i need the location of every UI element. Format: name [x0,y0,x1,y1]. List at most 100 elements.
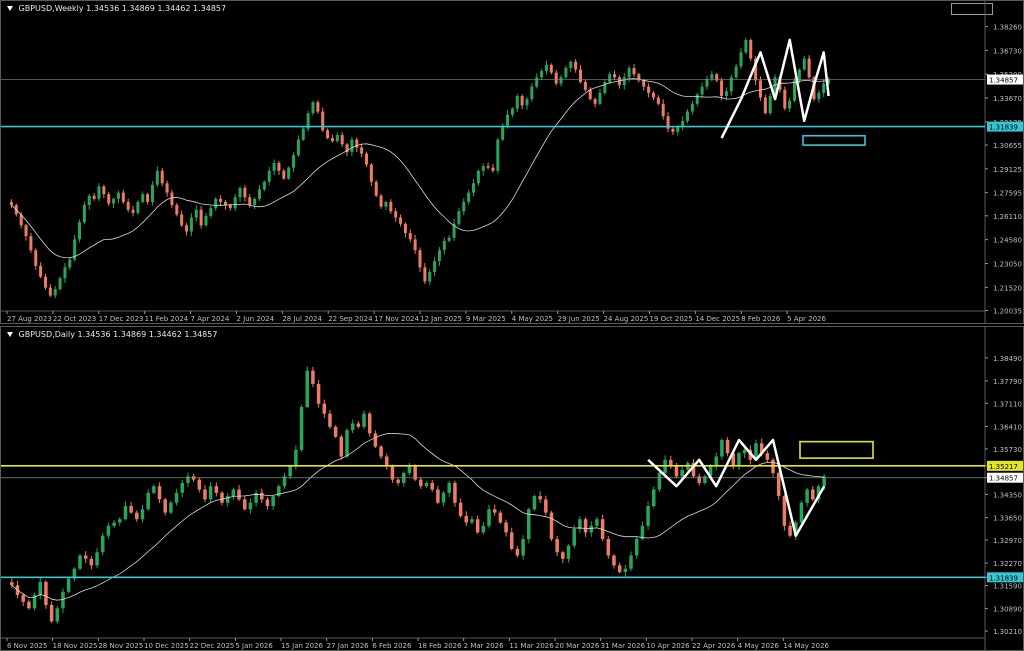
candle-body [549,64,553,73]
support-level-price-label: 1.31839 [989,124,1018,132]
candle-body [48,287,52,296]
candle-body [608,74,612,82]
candle-body [311,370,315,384]
candle-body [396,479,400,483]
candle-body [160,170,164,184]
candle-body [185,225,189,232]
weekly-chart-panel[interactable]: GBPUSD,Weekly 1.34536 1.34869 1.34462 1.… [0,0,1024,324]
candle-body [433,261,437,273]
candle-body [208,486,213,500]
candle-body [566,545,571,559]
time-tick-label: 22 Sep 2024 [328,315,373,323]
time-tick-label: 4 May 2026 [738,642,780,650]
time-tick-label: 2 Mar 2026 [464,642,504,650]
candle-body [656,97,660,104]
candle-body [496,139,500,171]
candle-body [43,276,47,288]
candle-body [538,496,542,500]
candle-body [107,194,111,204]
candle-body [335,134,339,142]
candle-body [146,194,150,202]
candle-body [498,512,503,523]
candle-body [135,512,139,520]
candle-body [123,506,128,520]
weekly-candlestick-chart[interactable]: 1.382601.367301.352001.336701.321391.306… [1,1,1023,323]
candle-body [423,267,427,282]
candle-body [38,581,43,596]
candle-body [540,71,544,78]
candle-body [458,502,463,516]
candle-body [321,111,325,131]
candle-body [776,473,781,497]
candle-body [744,39,748,53]
time-tick-label: 22 Oct 2023 [53,315,96,323]
candle-body [647,86,651,93]
candle-body [322,403,327,414]
candle-body [403,223,407,234]
candle-body [509,532,514,549]
candle-body [788,100,792,109]
daily-chart-panel[interactable]: GBPUSD,Daily 1.34536 1.34869 1.34462 1.3… [0,326,1024,651]
candle-body [491,167,495,171]
time-tick-label: 31 Mar 2026 [601,642,646,650]
candle-body [106,525,111,536]
candle-body [399,217,403,224]
candle-body [481,525,486,533]
candle-body [242,499,247,510]
candle-body [68,259,72,268]
candle-body [116,192,120,199]
moving-average-line [11,78,829,259]
time-tick-label: 18 Nov 2025 [53,642,98,650]
candle-body [260,492,264,500]
candle-body [175,205,179,215]
candle-body [199,209,203,226]
current-price-label: 1.34857 [989,475,1018,483]
price-tick-label: 1.37790 [993,378,1022,386]
price-tick-label: 1.30890 [993,606,1022,614]
candle-body [389,201,393,212]
candle-body [530,86,534,100]
price-tick-label: 1.29125 [993,166,1022,174]
candle-body [49,605,54,622]
price-tick-label: 1.30210 [993,628,1022,636]
candle-body [651,489,656,506]
candle-body [642,80,646,87]
candle-body [118,519,122,523]
candle-body [579,69,583,82]
time-tick-label: 6 Feb 2026 [372,642,412,650]
candle-body [277,163,281,171]
candle-body [225,496,230,503]
candle-body [257,189,261,199]
candle-body [233,197,237,209]
price-tick-label: 1.34350 [993,491,1022,499]
time-tick-label: 10 Dec 2025 [144,642,189,650]
candle-body [340,134,344,145]
time-tick-label: 18 Feb 2026 [418,642,462,650]
candle-body [112,198,116,204]
candle-body [805,489,809,503]
candle-body [622,77,626,86]
time-tick-label: 5 Jan 2026 [235,642,273,650]
candle-body [155,170,159,185]
time-tick-label: 11 Mar 2026 [509,642,554,650]
candle-body [598,92,602,104]
candle-body [441,492,446,503]
candle-body [152,486,156,493]
candle-body [356,423,361,427]
candle-body [671,128,675,132]
candle-body [408,233,412,240]
candle-body [617,565,622,572]
candle-body [583,81,587,90]
pattern-drawing [647,438,826,537]
candle-body [305,370,309,407]
candle-body [632,67,636,75]
candle-body [209,208,213,216]
time-tick-label: 5 Apr 2026 [787,315,826,323]
daily-candlestick-chart[interactable]: 1.38490 1.37790 1.37110 1.36410 1.35730 1.352… [1,327,1023,650]
time-tick-label: 28 Jul 2024 [282,315,322,323]
time-tick-label: 27 Jan 2026 [327,642,370,650]
time-tick-label: 19 Oct 2025 [649,315,692,323]
candle-body [169,502,173,513]
candle-body [436,489,440,503]
time-tick-label: 9 Mar 2025 [466,315,506,323]
